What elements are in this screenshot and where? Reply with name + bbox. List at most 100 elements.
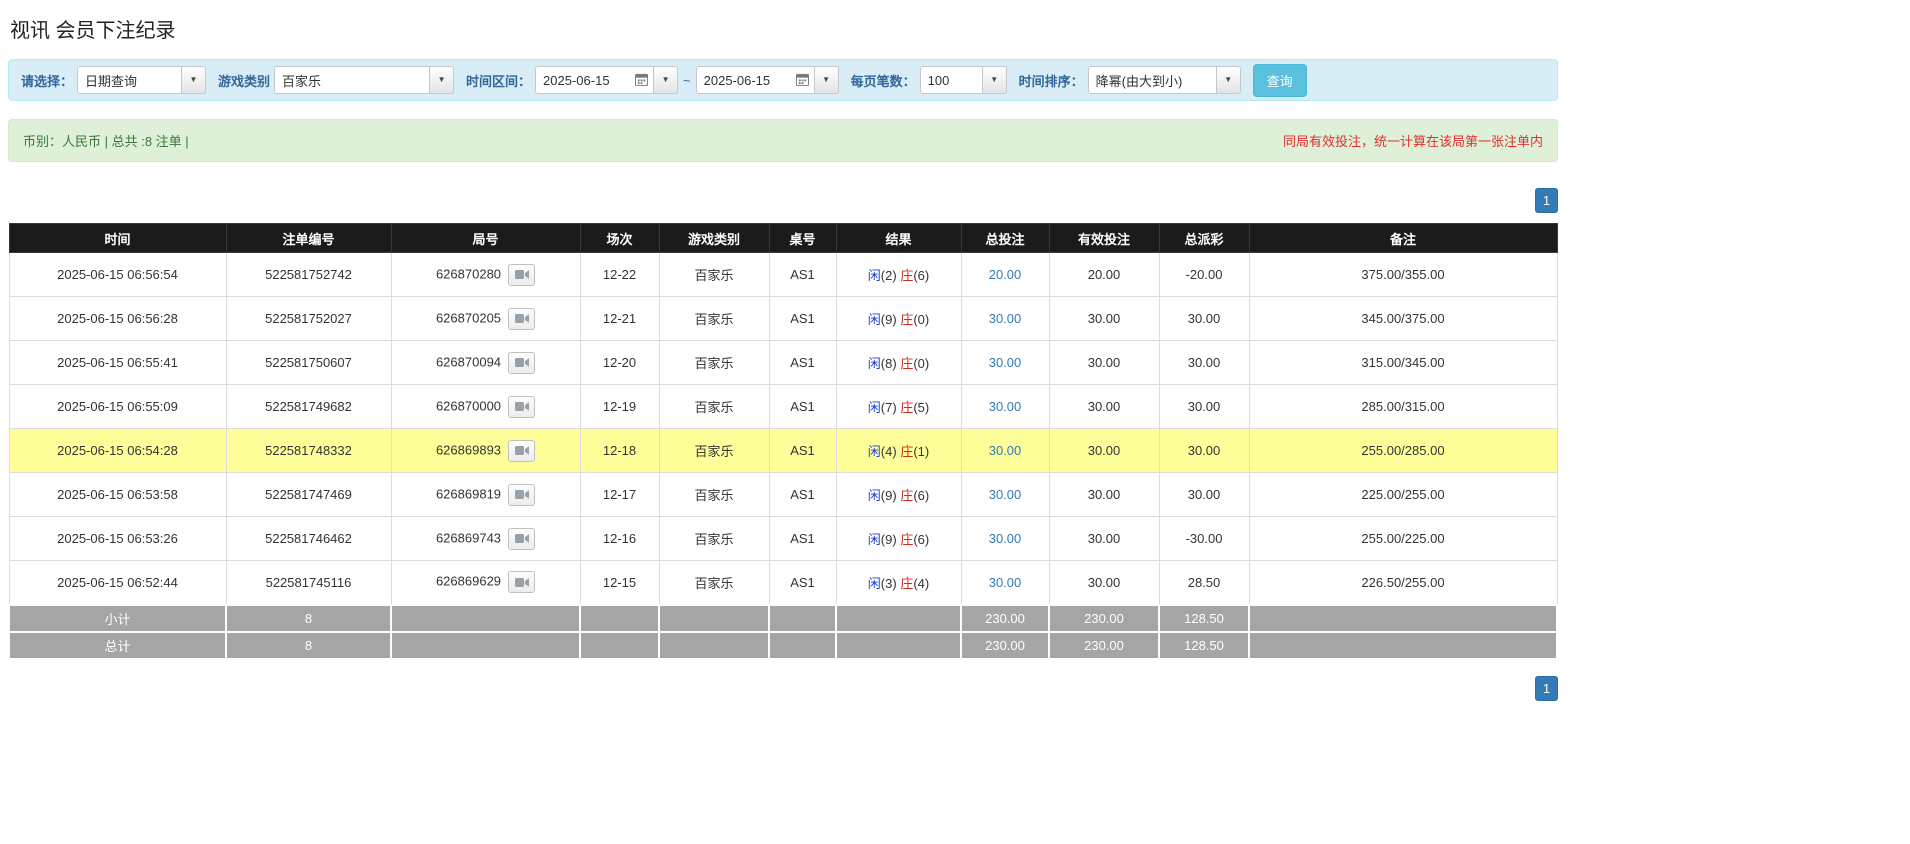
- total-payout: 128.50: [1159, 632, 1249, 659]
- cell-result: 闲(4) 庄(1): [836, 429, 961, 473]
- summary-notice: 同局有效投注，统一计算在该局第一张注单内: [1283, 131, 1543, 150]
- game-type-input[interactable]: [274, 66, 429, 94]
- subtotal-empty-cell: [580, 605, 659, 632]
- cell-payout: 30.00: [1159, 429, 1249, 473]
- header-table-no: 桌号: [769, 224, 836, 253]
- cell-table-no: AS1: [769, 429, 836, 473]
- total-label: 总计: [9, 632, 226, 659]
- result-player: 闲: [868, 356, 881, 371]
- video-replay-icon: [515, 313, 529, 324]
- chevron-down-icon: ▼: [662, 76, 670, 84]
- cell-bet-id: 522581746462: [226, 517, 391, 561]
- date-range-separator: ~: [683, 73, 691, 88]
- date-query-dropdown-button[interactable]: ▼: [181, 66, 206, 94]
- header-time: 时间: [9, 224, 226, 253]
- summary-currency-count: 币别：人民币 | 总共 :8 注单 |: [23, 131, 189, 150]
- subtotal-valid-bet: 230.00: [1049, 605, 1159, 632]
- total-empty-cell: [659, 632, 769, 659]
- cell-valid-bet: 30.00: [1049, 429, 1159, 473]
- total-bet-link[interactable]: 20.00: [989, 267, 1022, 282]
- page-size-input[interactable]: [920, 66, 982, 94]
- page-1-button[interactable]: 1: [1535, 676, 1558, 701]
- table-row: 2025-06-15 06:53:58 522581747469 6268698…: [9, 473, 1557, 517]
- page-size-dropdown-button[interactable]: ▼: [982, 66, 1007, 94]
- video-replay-button[interactable]: [508, 571, 535, 593]
- chevron-down-icon: ▼: [190, 76, 198, 84]
- calendar-icon: [796, 73, 809, 86]
- video-replay-button[interactable]: [508, 352, 535, 374]
- video-replay-button[interactable]: [508, 440, 535, 462]
- subtotal-empty-cell: [391, 605, 580, 632]
- table-row: 2025-06-15 06:54:28 522581748332 6268698…: [9, 429, 1557, 473]
- cell-total-bet: 20.00: [961, 253, 1049, 297]
- date-query-combobox: ▼: [77, 66, 206, 94]
- subtotal-count: 8: [226, 605, 391, 632]
- total-bet-link[interactable]: 30.00: [989, 311, 1022, 326]
- table-row: 2025-06-15 06:56:54 522581752742 6268702…: [9, 253, 1557, 297]
- cell-payout: -30.00: [1159, 517, 1249, 561]
- video-replay-icon: [515, 401, 529, 412]
- cell-round-id: 626870280: [391, 253, 580, 297]
- records-table: 时间 注单编号 局号 场次 游戏类别 桌号 结果 总投注 有效投注 总派彩 备注…: [8, 223, 1558, 660]
- cell-result: 闲(9) 庄(6): [836, 473, 961, 517]
- cell-bet-id: 522581749682: [226, 385, 391, 429]
- cell-result: 闲(9) 庄(0): [836, 297, 961, 341]
- cell-total-bet: 30.00: [961, 385, 1049, 429]
- chevron-down-icon: ▼: [438, 76, 446, 84]
- cell-bet-id: 522581745116: [226, 561, 391, 605]
- result-banker-count: (1): [913, 444, 929, 459]
- cell-note: 225.00/255.00: [1249, 473, 1557, 517]
- cell-session: 12-18: [580, 429, 659, 473]
- subtotal-empty-cell: [1249, 605, 1557, 632]
- video-replay-button[interactable]: [508, 484, 535, 506]
- subtotal-total-bet: 230.00: [961, 605, 1049, 632]
- date-from-dropdown-button[interactable]: ▼: [653, 66, 678, 94]
- pagination-top: 1: [8, 188, 1558, 213]
- sort-input[interactable]: [1088, 66, 1216, 94]
- total-bet-link[interactable]: 30.00: [989, 443, 1022, 458]
- result-banker: 庄: [900, 356, 913, 371]
- page-1-button[interactable]: 1: [1535, 188, 1558, 213]
- cell-note: 226.50/255.00: [1249, 561, 1557, 605]
- date-query-input[interactable]: [77, 66, 181, 94]
- video-replay-button[interactable]: [508, 528, 535, 550]
- total-bet-link[interactable]: 30.00: [989, 487, 1022, 502]
- cell-valid-bet: 30.00: [1049, 517, 1159, 561]
- video-replay-button[interactable]: [508, 396, 535, 418]
- header-total-bet: 总投注: [961, 224, 1049, 253]
- video-replay-button[interactable]: [508, 264, 535, 286]
- cell-valid-bet: 30.00: [1049, 561, 1159, 605]
- result-banker-count: (6): [913, 532, 929, 547]
- table-body: 2025-06-15 06:56:54 522581752742 6268702…: [9, 253, 1557, 605]
- total-total-bet: 230.00: [961, 632, 1049, 659]
- result-banker-count: (4): [913, 576, 929, 591]
- table-row: 2025-06-15 06:53:26 522581746462 6268697…: [9, 517, 1557, 561]
- cell-time: 2025-06-15 06:53:26: [9, 517, 226, 561]
- cell-table-no: AS1: [769, 385, 836, 429]
- cell-payout: 30.00: [1159, 297, 1249, 341]
- total-bet-link[interactable]: 30.00: [989, 575, 1022, 590]
- total-bet-link[interactable]: 30.00: [989, 355, 1022, 370]
- result-banker-count: (5): [913, 400, 929, 415]
- result-banker: 庄: [900, 532, 913, 547]
- filter-bar: 请选择： ▼ 游戏类别 ▼ 时间区间： ▼ ~: [8, 59, 1558, 101]
- summary-bar: 币别：人民币 | 总共 :8 注单 | 同局有效投注，统一计算在该局第一张注单内: [8, 119, 1558, 162]
- cell-payout: 30.00: [1159, 473, 1249, 517]
- result-banker: 庄: [900, 488, 913, 503]
- header-bet-id: 注单编号: [226, 224, 391, 253]
- date-to-dropdown-button[interactable]: ▼: [814, 66, 839, 94]
- cell-round-id: 626869819: [391, 473, 580, 517]
- total-bet-link[interactable]: 30.00: [989, 399, 1022, 414]
- game-type-dropdown-button[interactable]: ▼: [429, 66, 454, 94]
- header-game-type: 游戏类别: [659, 224, 769, 253]
- video-replay-icon: [515, 577, 529, 588]
- cell-session: 12-17: [580, 473, 659, 517]
- video-replay-button[interactable]: [508, 308, 535, 330]
- search-button[interactable]: 查询: [1253, 64, 1307, 97]
- total-bet-link[interactable]: 30.00: [989, 531, 1022, 546]
- cell-total-bet: 30.00: [961, 517, 1049, 561]
- cell-table-no: AS1: [769, 253, 836, 297]
- cell-note: 255.00/225.00: [1249, 517, 1557, 561]
- cell-total-bet: 30.00: [961, 473, 1049, 517]
- sort-dropdown-button[interactable]: ▼: [1216, 66, 1241, 94]
